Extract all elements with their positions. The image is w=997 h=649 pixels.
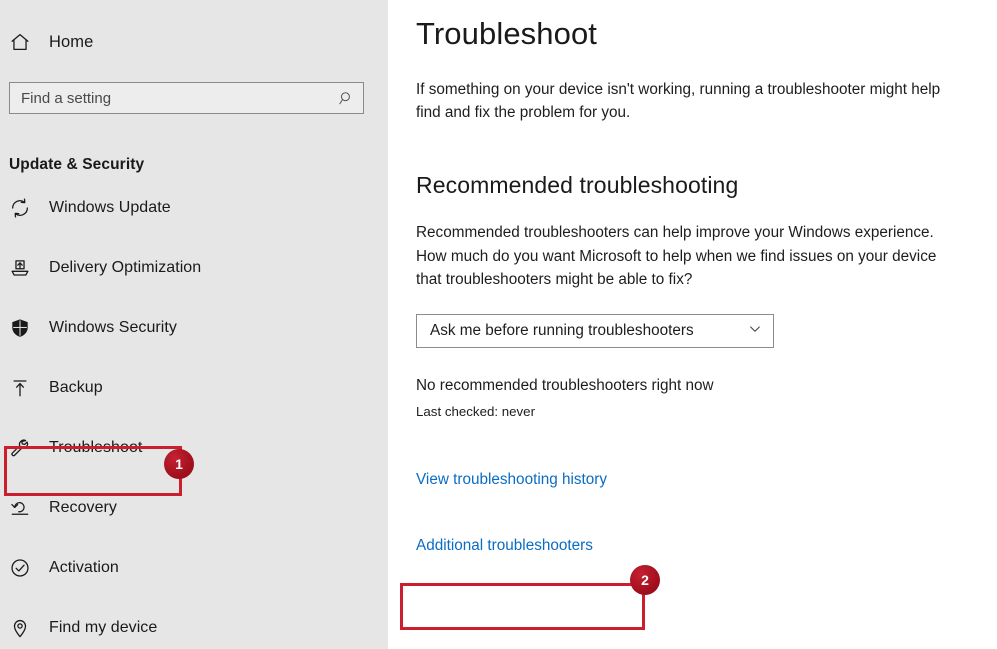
sidebar-nav: Windows Update Delivery Optimization Win… xyxy=(0,188,388,648)
sidebar-item-label: Backup xyxy=(49,379,103,396)
sidebar-item-label: Activation xyxy=(49,559,119,576)
sidebar-item-label: Windows Update xyxy=(49,199,171,216)
link-view-troubleshooting-history[interactable]: View troubleshooting history xyxy=(416,471,607,489)
upload-tray-icon xyxy=(9,257,49,279)
search-box[interactable] xyxy=(9,82,364,114)
search-icon[interactable] xyxy=(329,83,363,113)
refresh-circle-icon xyxy=(9,197,49,219)
settings-window: Home Update & Security xyxy=(0,0,997,649)
main-content: Troubleshoot If something on your device… xyxy=(388,0,997,649)
sidebar-item-label: Windows Security xyxy=(49,319,177,336)
recommended-description: Recommended troubleshooters can help imp… xyxy=(416,224,937,289)
recovery-arrow-icon xyxy=(9,497,49,519)
sidebar-item-label: Recovery xyxy=(49,499,117,516)
location-pin-icon xyxy=(9,617,49,639)
sidebar-item-label: Delivery Optimization xyxy=(49,259,202,276)
sidebar-item-backup[interactable]: Backup xyxy=(0,368,388,408)
sidebar-item-windows-update[interactable]: Windows Update xyxy=(0,188,388,228)
sidebar-item-activation[interactable]: Activation xyxy=(0,548,388,588)
recommended-status-text: No recommended troubleshooters right now xyxy=(416,377,714,395)
recommended-troubleshooting-dropdown[interactable]: Ask me before running troubleshooters xyxy=(416,314,774,349)
wrench-icon xyxy=(9,437,49,459)
search-input[interactable] xyxy=(10,83,329,113)
sidebar: Home Update & Security xyxy=(0,0,388,649)
shield-icon xyxy=(9,317,49,339)
sidebar-item-home[interactable]: Home xyxy=(0,24,388,60)
sidebar-item-troubleshoot[interactable]: Troubleshoot xyxy=(0,428,388,468)
page-title: Troubleshoot xyxy=(416,16,597,51)
home-icon xyxy=(9,31,49,53)
sidebar-item-label: Find my device xyxy=(49,619,158,636)
sidebar-item-label: Troubleshoot xyxy=(49,439,143,456)
last-checked-text: Last checked: never xyxy=(416,404,536,420)
sidebar-item-delivery-optimization[interactable]: Delivery Optimization xyxy=(0,248,388,288)
home-label: Home xyxy=(49,32,94,51)
sidebar-item-find-my-device[interactable]: Find my device xyxy=(0,608,388,648)
intro-text: If something on your device isn't workin… xyxy=(416,80,941,122)
recommended-troubleshooting-heading: Recommended troubleshooting xyxy=(416,172,739,199)
chevron-down-icon[interactable] xyxy=(747,321,763,342)
link-additional-troubleshooters[interactable]: Additional troubleshooters xyxy=(416,537,593,555)
check-circle-icon xyxy=(9,557,49,579)
sidebar-item-recovery[interactable]: Recovery xyxy=(0,488,388,528)
sidebar-section-title: Update & Security xyxy=(9,156,145,173)
dropdown-selected-value: Ask me before running troubleshooters xyxy=(430,322,694,340)
upload-arrow-icon xyxy=(9,377,49,399)
sidebar-item-windows-security[interactable]: Windows Security xyxy=(0,308,388,348)
